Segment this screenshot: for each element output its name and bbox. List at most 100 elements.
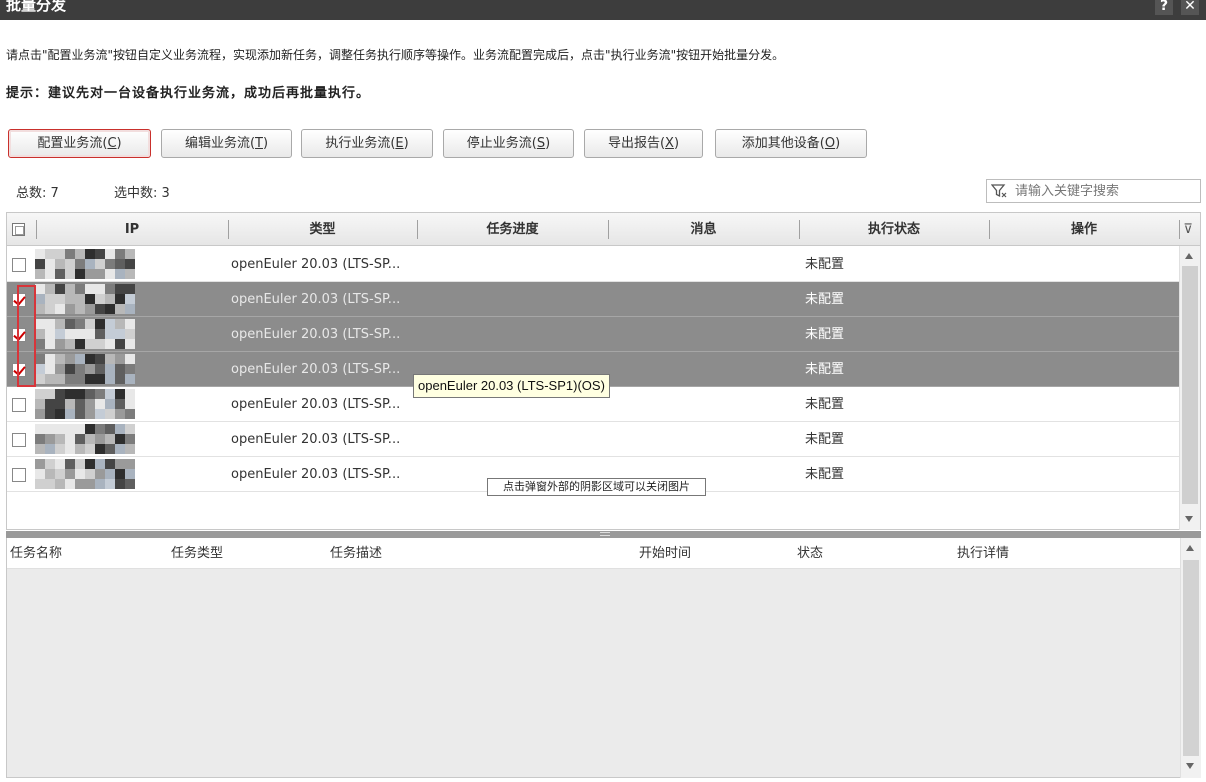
- column-type[interactable]: 类型: [228, 213, 417, 246]
- button-label: 配置业务流(: [37, 136, 108, 151]
- row-status: 未配置: [805, 327, 845, 342]
- mosaic-cell: [85, 329, 95, 339]
- column-exec-state[interactable]: 执行状态: [799, 213, 989, 246]
- mosaic-cell: [75, 374, 85, 384]
- mosaic-cell: [65, 294, 75, 304]
- scroll-up-icon[interactable]: [1186, 545, 1194, 551]
- row-checkbox[interactable]: [12, 433, 26, 447]
- row-checkbox[interactable]: [12, 398, 26, 412]
- hotkey-label: E: [395, 136, 404, 151]
- mosaic-cell: [125, 284, 135, 294]
- selected-count: 选中数: 3: [114, 182, 170, 201]
- mosaic-cell: [75, 259, 85, 269]
- hotkey-label: X: [665, 136, 674, 151]
- column-start-time[interactable]: 开始时间: [639, 538, 691, 569]
- column-task-desc[interactable]: 任务描述: [330, 538, 382, 569]
- mosaic-cell: [65, 399, 75, 409]
- mosaic-cell: [105, 319, 115, 329]
- mosaic-cell: [45, 249, 55, 259]
- column-task-status[interactable]: 状态: [797, 538, 823, 569]
- mosaic-cell: [55, 284, 65, 294]
- column-chooser-icon[interactable]: ⊽: [1180, 221, 1196, 238]
- task-list-scrollbar[interactable]: [1180, 538, 1201, 778]
- table-row[interactable]: openEuler 20.03 (LTS-SP... 未配置: [7, 317, 1179, 352]
- mosaic-cell: [95, 424, 105, 434]
- mosaic-cell: [105, 249, 115, 259]
- execute-flow-button[interactable]: 执行业务流(E): [301, 129, 433, 158]
- column-task-type[interactable]: 任务类型: [171, 538, 223, 569]
- mosaic-cell: [125, 319, 135, 329]
- row-status: 未配置: [805, 292, 845, 307]
- mosaic-cell: [115, 319, 125, 329]
- configure-flow-button[interactable]: 配置业务流(C): [8, 129, 151, 158]
- mosaic-cell: [125, 354, 135, 364]
- search-box[interactable]: [986, 179, 1201, 203]
- close-button[interactable]: ✕: [1181, 0, 1199, 15]
- mosaic-cell: [55, 374, 65, 384]
- mosaic-cell: [55, 459, 65, 469]
- mosaic-cell: [85, 319, 95, 329]
- mosaic-cell: [115, 479, 125, 489]
- help-button[interactable]: ?: [1155, 0, 1173, 15]
- row-status: 未配置: [805, 362, 845, 377]
- mosaic-cell: [75, 269, 85, 279]
- column-ip[interactable]: IP: [36, 213, 228, 246]
- row-checkbox[interactable]: [12, 468, 26, 482]
- scroll-down-icon[interactable]: [1185, 516, 1193, 522]
- table-row[interactable]: openEuler 20.03 (LTS-SP... 未配置: [7, 247, 1179, 282]
- select-all-checkbox[interactable]: [12, 223, 25, 236]
- mosaic-cell: [115, 354, 125, 364]
- table-row[interactable]: openEuler 20.03 (LTS-SP... 未配置: [7, 282, 1179, 317]
- mosaic-cell: [45, 269, 55, 279]
- mosaic-cell: [65, 329, 75, 339]
- grid-scrollbar[interactable]: [1179, 246, 1200, 530]
- export-report-button[interactable]: 导出报告(X): [584, 129, 703, 158]
- mosaic-cell: [125, 304, 135, 314]
- mosaic-cell: [85, 424, 95, 434]
- edit-flow-button[interactable]: 编辑业务流(T): [161, 129, 292, 158]
- filter-icon: [991, 184, 1007, 198]
- hotkey-label: O: [824, 136, 836, 151]
- mosaic-cell: [55, 444, 65, 454]
- mosaic-cell: [55, 294, 65, 304]
- intro-text: 请点击"配置业务流"按钮自定义业务流程，实现添加新任务，调整任务执行顺序等操作。…: [6, 48, 785, 62]
- mosaic-cell: [65, 284, 75, 294]
- stop-flow-button[interactable]: 停止业务流(S): [443, 129, 574, 158]
- mosaic-cell: [105, 304, 115, 314]
- pane-splitter[interactable]: [6, 531, 1201, 538]
- mosaic-cell: [105, 259, 115, 269]
- mosaic-cell: [55, 319, 65, 329]
- mosaic-cell: [85, 259, 95, 269]
- row-checkbox[interactable]: [12, 363, 26, 377]
- row-checkbox[interactable]: [12, 328, 26, 342]
- splitter-grip-icon[interactable]: [600, 532, 610, 536]
- mosaic-cell: [95, 319, 105, 329]
- row-checkbox[interactable]: [12, 293, 26, 307]
- column-message[interactable]: 消息: [608, 213, 799, 246]
- column-action[interactable]: 操作: [989, 213, 1179, 246]
- mosaic-cell: [75, 389, 85, 399]
- mosaic-cell: [95, 389, 105, 399]
- mosaic-cell: [105, 269, 115, 279]
- search-input[interactable]: [1015, 182, 1195, 200]
- mosaic-cell: [95, 459, 105, 469]
- mosaic-cell: [125, 294, 135, 304]
- column-progress[interactable]: 任务进度: [417, 213, 608, 246]
- mosaic-cell: [45, 339, 55, 349]
- scroll-thumb[interactable]: [1183, 560, 1199, 756]
- mosaic-cell: [55, 249, 65, 259]
- mosaic-cell: [95, 479, 105, 489]
- scroll-thumb[interactable]: [1182, 266, 1198, 504]
- table-row[interactable]: openEuler 20.03 (LTS-SP... 未配置: [7, 422, 1179, 457]
- column-task-name[interactable]: 任务名称: [10, 538, 62, 569]
- mosaic-cell: [35, 479, 45, 489]
- mosaic-cell: [45, 409, 55, 419]
- button-label: 导出报告(: [607, 136, 666, 151]
- scroll-down-icon[interactable]: [1186, 763, 1194, 769]
- column-exec-detail[interactable]: 执行详情: [957, 538, 1009, 569]
- mosaic-cell: [95, 364, 105, 374]
- scroll-up-icon[interactable]: [1185, 253, 1193, 259]
- mosaic-cell: [105, 459, 115, 469]
- add-devices-button[interactable]: 添加其他设备(O): [715, 129, 867, 158]
- row-checkbox[interactable]: [12, 258, 26, 272]
